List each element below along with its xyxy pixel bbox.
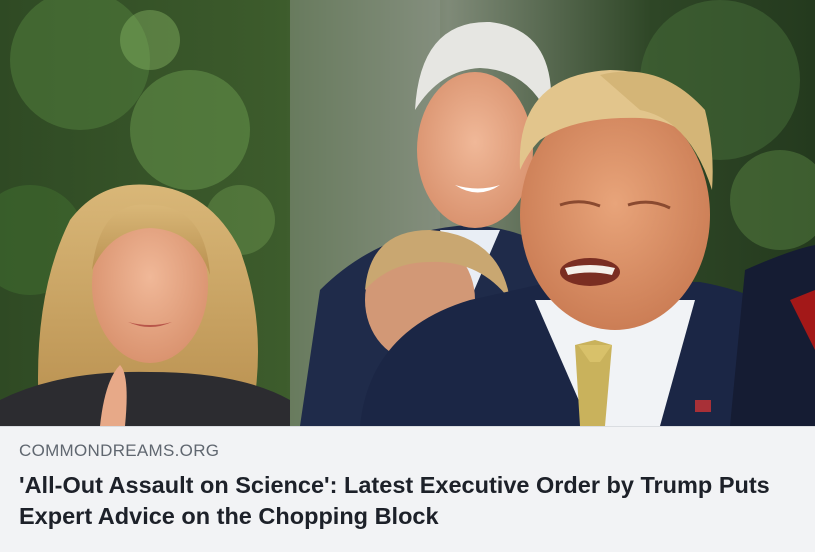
link-preview-meta[interactable]: COMMONDREAMS.ORG 'All-Out Assault on Sci…: [0, 426, 815, 552]
link-headline[interactable]: 'All-Out Assault on Science': Latest Exe…: [19, 470, 799, 532]
link-preview-image[interactable]: [0, 0, 815, 426]
link-domain: COMMONDREAMS.ORG: [19, 441, 220, 460]
link-preview-card[interactable]: COMMONDREAMS.ORG 'All-Out Assault on Sci…: [0, 0, 815, 552]
